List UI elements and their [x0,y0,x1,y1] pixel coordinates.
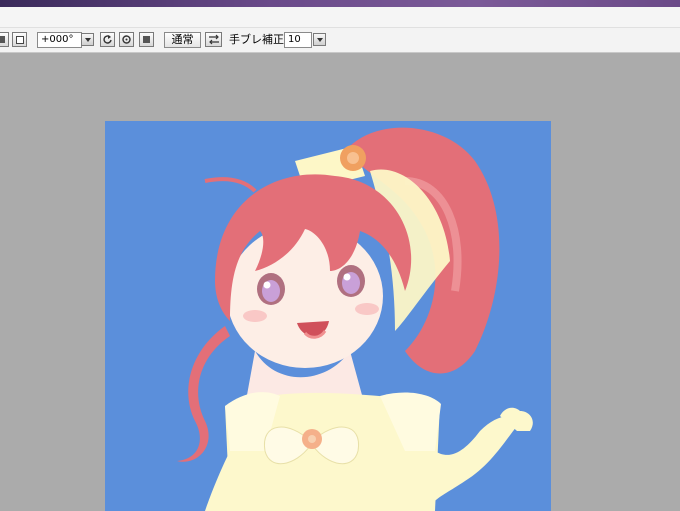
chevron-down-icon [316,37,323,42]
menu-bar [0,7,680,28]
flip-button[interactable] [205,32,222,47]
drawing-canvas[interactable] [105,121,551,511]
window-title-bar [0,0,680,7]
rotate-left-button[interactable] [100,32,115,47]
flip-icon [208,34,219,45]
character-illustration [177,127,533,511]
reset-view-button[interactable] [139,32,154,47]
square-icon [0,36,5,43]
blend-mode-button[interactable]: 通常 [164,32,201,48]
chevron-down-icon [84,37,91,42]
tool-button[interactable] [12,32,27,47]
rotate-right-icon [122,35,131,44]
rotate-left-icon [103,35,112,44]
tool-button-partial[interactable] [0,32,9,47]
reset-icon [143,36,150,43]
rotate-right-button[interactable] [119,32,134,47]
stabilizer-input[interactable]: 10 [284,32,312,48]
stabilizer-label: 手ブレ補正 [229,33,284,46]
stabilizer-dropdown[interactable] [313,33,326,46]
angle-dropdown[interactable] [81,33,94,46]
square-outline-icon [15,35,24,44]
tool-options-bar: +000° 通常 手ブレ補正 10 [0,28,680,53]
angle-input[interactable]: +000° [37,32,82,48]
